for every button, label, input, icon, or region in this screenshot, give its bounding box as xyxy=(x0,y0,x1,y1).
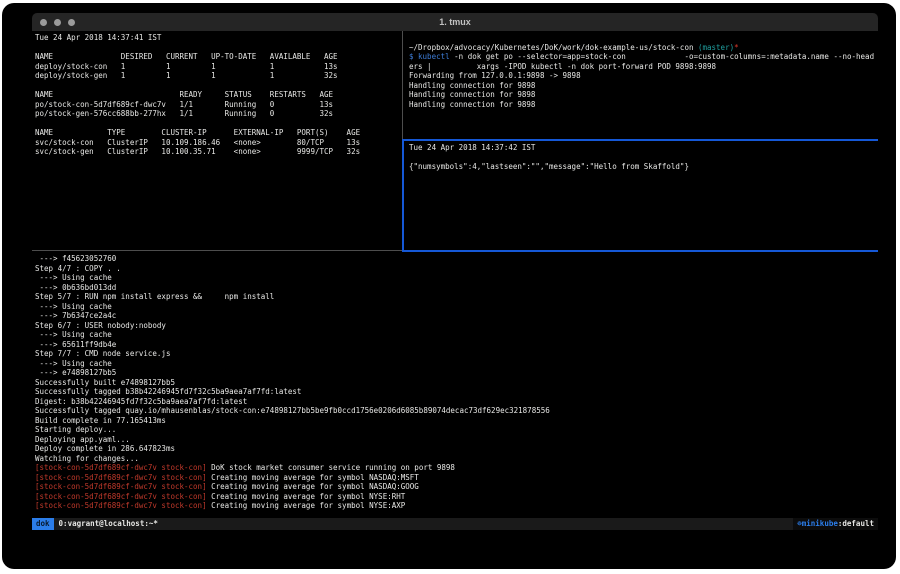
terminal-line: po/stock-gen-576cc688bb-277hx 1/1 Runnin… xyxy=(35,109,403,119)
pane-kubectl-watch[interactable]: Tue 24 Apr 2018 14:37:41 IST NAME DESIRE… xyxy=(32,31,403,250)
window-titlebar: 1. tmux xyxy=(32,13,878,31)
terminal-line: [stock-con-5d7df689cf-dwc7v stock-con] C… xyxy=(35,501,879,511)
status-window-label[interactable]: 0:vagrant@localhost:~* xyxy=(59,518,158,530)
kube-context-badge: ☸ minikube :default xyxy=(793,518,878,530)
screenshot-frame: 1. tmux Tue 24 Apr 2018 14:37:41 IST NAM… xyxy=(0,0,900,574)
terminal-line: [stock-con-5d7df689cf-dwc7v stock-con] C… xyxy=(35,482,879,492)
terminal-line: deploy/stock-con 1 1 1 1 13s xyxy=(35,62,403,72)
terminal-line: Handling connection for 9898 xyxy=(409,81,881,91)
terminal-line: ~/Dropbox/advocacy/Kubernetes/DoK/work/d… xyxy=(409,43,881,53)
terminal-line: ---> 0b636bd013dd xyxy=(35,283,879,293)
terminal-line: Tue 24 Apr 2018 14:37:42 IST xyxy=(409,143,881,153)
terminal-line: {"numsymbols":4,"lastseen":"","message":… xyxy=(409,162,881,172)
terminal-line: ---> Using cache xyxy=(35,330,879,340)
terminal-line: Tue 24 Apr 2018 14:37:41 IST xyxy=(35,33,403,43)
terminal-line: Successfully built e74898127bb5 xyxy=(35,378,879,388)
terminal-line: ers | xargs -IPOD kubectl -n dok port-fo… xyxy=(409,62,881,72)
terminal-line: [stock-con-5d7df689cf-dwc7v stock-con] D… xyxy=(35,463,879,473)
desktop-background: 1. tmux Tue 24 Apr 2018 14:37:41 IST NAM… xyxy=(2,3,896,569)
terminal-line: $ kubectl -n dok get po --selector=app=s… xyxy=(409,52,881,62)
pane-divider-horizontal[interactable] xyxy=(32,250,403,251)
pane-port-forward[interactable]: ~/Dropbox/advocacy/Kubernetes/DoK/work/d… xyxy=(406,31,881,139)
terminal-line: ---> 65611ff9db4e xyxy=(35,340,879,350)
terminal-line: Deploying app.yaml... xyxy=(35,435,879,445)
active-pane-divider-left[interactable] xyxy=(402,139,404,251)
terminal-line: ---> Using cache xyxy=(35,302,879,312)
terminal-line: Build complete in 77.165413ms xyxy=(35,416,879,426)
pane-skaffold-log[interactable]: ---> f45623052760Step 4/7 : COPY . . ---… xyxy=(32,252,879,518)
close-button-icon[interactable] xyxy=(40,19,47,26)
terminal-line: ---> f45623052760 xyxy=(35,254,879,264)
tmux-session: Tue 24 Apr 2018 14:37:41 IST NAME DESIRE… xyxy=(32,31,878,530)
terminal-line xyxy=(409,153,881,163)
kube-context-name: minikube xyxy=(802,518,838,530)
terminal-line: deploy/stock-gen 1 1 1 1 32s xyxy=(35,71,403,81)
terminal-window: 1. tmux Tue 24 Apr 2018 14:37:41 IST NAM… xyxy=(32,13,878,530)
terminal-line: Forwarding from 127.0.0.1:9898 -> 9898 xyxy=(409,71,881,81)
terminal-line xyxy=(35,81,403,91)
terminal-line: NAME READY STATUS RESTARTS AGE xyxy=(35,90,403,100)
terminal-line: Deploy complete in 286.647823ms xyxy=(35,444,879,454)
terminal-line: ---> e74898127bb5 xyxy=(35,368,879,378)
terminal-line: [stock-con-5d7df689cf-dwc7v stock-con] C… xyxy=(35,473,879,483)
terminal-line: ---> Using cache xyxy=(35,359,879,369)
terminal-line: Step 5/7 : RUN npm install express && np… xyxy=(35,292,879,302)
terminal-line: Watching for changes... xyxy=(35,454,879,464)
zoom-button-icon[interactable] xyxy=(68,19,75,26)
kube-context-namespace: :default xyxy=(838,518,874,530)
terminal-line: svc/stock-gen ClusterIP 10.100.35.71 <no… xyxy=(35,147,403,157)
terminal-line: NAME DESIRED CURRENT UP-TO-DATE AVAILABL… xyxy=(35,52,403,62)
terminal-line: po/stock-con-5d7df689cf-dwc7v 1/1 Runnin… xyxy=(35,100,403,110)
terminal-line: Digest: b38b42246945fd7f32c5ba9aea7af7fd… xyxy=(35,397,879,407)
terminal-line: Starting deploy... xyxy=(35,425,879,435)
pane-divider-vertical[interactable] xyxy=(402,31,403,139)
terminal-line: [stock-con-5d7df689cf-dwc7v stock-con] C… xyxy=(35,492,879,502)
window-title: 1. tmux xyxy=(32,17,878,27)
minimize-button-icon[interactable] xyxy=(54,19,61,26)
terminal-line: ---> Using cache xyxy=(35,273,879,283)
terminal-line: ---> 7b6347ce2a4c xyxy=(35,311,879,321)
session-name-badge: dok xyxy=(32,518,54,530)
terminal-line xyxy=(35,119,403,129)
terminal-line: Step 4/7 : COPY . . xyxy=(35,264,879,274)
terminal-line: svc/stock-con ClusterIP 10.109.186.46 <n… xyxy=(35,138,403,148)
pane-curl-output[interactable]: Tue 24 Apr 2018 14:37:42 IST {"numsymbol… xyxy=(406,141,881,250)
terminal-line: NAME TYPE CLUSTER-IP EXTERNAL-IP PORT(S)… xyxy=(35,128,403,138)
terminal-line: Handling connection for 9898 xyxy=(409,90,881,100)
terminal-line xyxy=(409,33,881,43)
terminal-line: Successfully tagged b38b42246945fd7f32c5… xyxy=(35,387,879,397)
terminal-line: Step 6/7 : USER nobody:nobody xyxy=(35,321,879,331)
terminal-line: Successfully tagged quay.io/mhausenblas/… xyxy=(35,406,879,416)
terminal-line xyxy=(35,43,403,53)
tmux-status-bar: dok 0:vagrant@localhost:~* ☸ minikube :d… xyxy=(32,518,878,530)
terminal-line: Handling connection for 9898 xyxy=(409,100,881,110)
traffic-light-buttons xyxy=(40,13,75,31)
terminal-line: Step 7/7 : CMD node service.js xyxy=(35,349,879,359)
